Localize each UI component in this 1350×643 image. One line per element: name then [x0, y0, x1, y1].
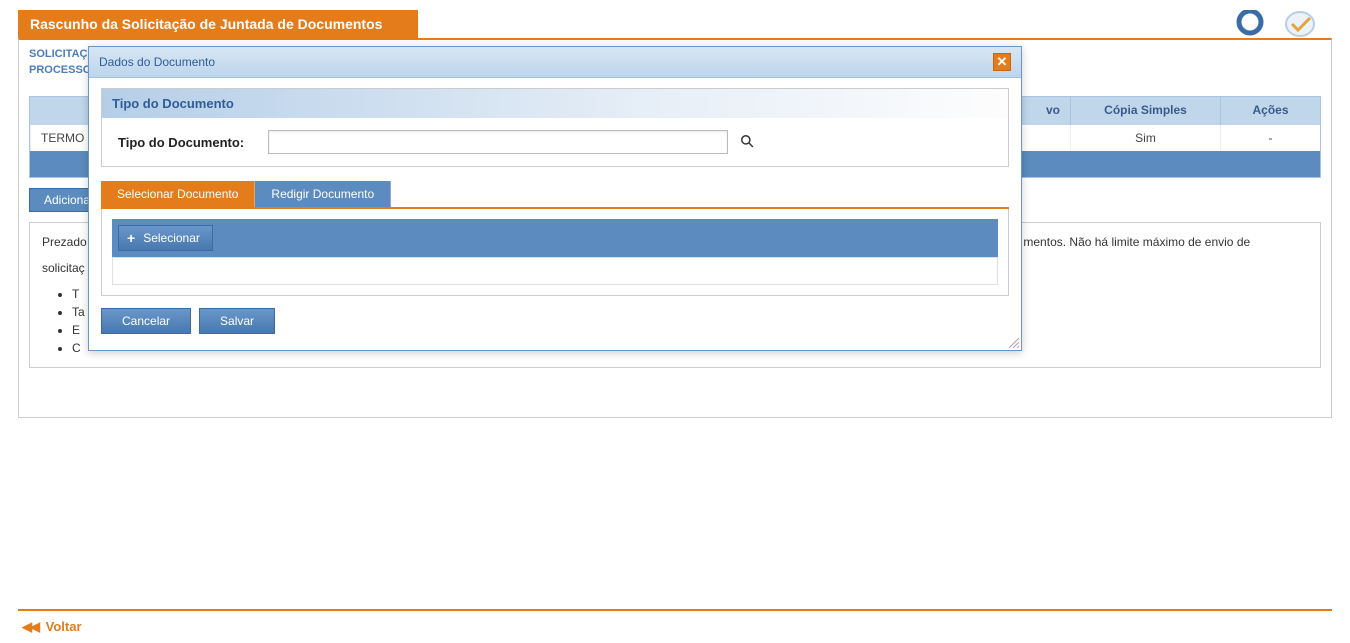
voltar-link[interactable]: ◀◀ Voltar — [18, 609, 1332, 643]
page-title-bar: Rascunho da Solicitação de Juntada de Do… — [18, 10, 418, 38]
info-suffix: mentos. Não há limite máximo de envio de — [1023, 235, 1250, 249]
cell-acoes: - — [1220, 125, 1320, 151]
selected-file-area — [112, 257, 998, 285]
search-icon[interactable] — [740, 134, 754, 151]
modal-titlebar[interactable]: Dados do Documento ✕ — [89, 47, 1021, 78]
cancelar-button[interactable]: Cancelar — [101, 308, 191, 334]
plus-icon: + — [127, 230, 135, 246]
voltar-label: Voltar — [46, 619, 82, 634]
col-copia-simples: Cópia Simples — [1070, 97, 1220, 125]
page-title: Rascunho da Solicitação de Juntada de Do… — [30, 16, 382, 32]
col-acoes: Ações — [1220, 97, 1320, 125]
tipo-documento-input[interactable] — [268, 130, 728, 154]
tipo-documento-panel-header: Tipo do Documento — [102, 89, 1008, 118]
tab-panel-selecionar: + Selecionar — [101, 209, 1009, 296]
tab-selecionar-documento[interactable]: Selecionar Documento — [101, 181, 255, 207]
modal-title: Dados do Documento — [99, 55, 215, 69]
cell-copia: Sim — [1070, 125, 1220, 151]
selecionar-button[interactable]: + Selecionar — [118, 225, 213, 251]
rewind-icon: ◀◀ — [22, 619, 38, 634]
tipo-documento-label: Tipo do Documento: — [118, 135, 268, 150]
resize-handle-icon[interactable] — [1007, 336, 1019, 348]
col-vo: vo — [1020, 97, 1070, 125]
document-tabs: Selecionar Documento Redigir Documento — [101, 181, 1009, 209]
dados-documento-modal: Dados do Documento ✕ Tipo do Documento T… — [88, 46, 1022, 351]
tab-redigir-documento[interactable]: Redigir Documento — [255, 181, 391, 207]
selecionar-label: Selecionar — [143, 231, 200, 245]
tipo-documento-panel: Tipo do Documento Tipo do Documento: — [101, 88, 1009, 167]
close-icon[interactable]: ✕ — [993, 53, 1011, 71]
info-prefix: Prezado — [42, 235, 87, 249]
salvar-button[interactable]: Salvar — [199, 308, 275, 334]
